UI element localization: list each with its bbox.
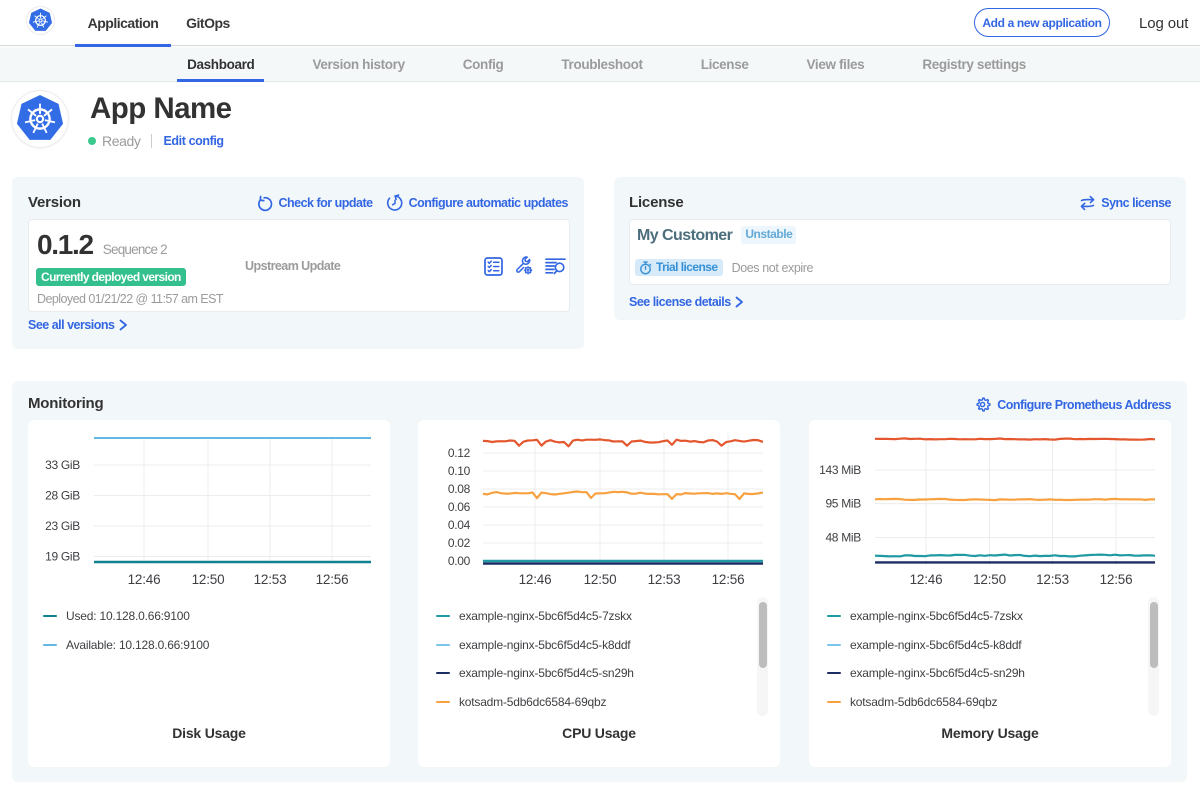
svg-text:12:46: 12:46 xyxy=(128,572,161,587)
svg-text:12:50: 12:50 xyxy=(973,572,1006,587)
svg-text:12:46: 12:46 xyxy=(910,572,943,587)
svg-text:12:56: 12:56 xyxy=(316,572,349,587)
svg-text:95 MiB: 95 MiB xyxy=(825,497,861,511)
svg-text:28 GiB: 28 GiB xyxy=(45,489,80,503)
svg-text:0.10: 0.10 xyxy=(448,464,471,478)
svg-text:12:53: 12:53 xyxy=(254,572,287,587)
svg-text:0.12: 0.12 xyxy=(448,446,471,460)
svg-text:23 GiB: 23 GiB xyxy=(45,519,80,533)
svg-text:12:53: 12:53 xyxy=(648,572,681,587)
svg-text:0.04: 0.04 xyxy=(448,518,471,532)
svg-text:12:56: 12:56 xyxy=(712,572,745,587)
svg-text:0.06: 0.06 xyxy=(448,500,471,514)
svg-text:12:46: 12:46 xyxy=(519,572,552,587)
svg-text:12:50: 12:50 xyxy=(192,572,225,587)
svg-text:12:53: 12:53 xyxy=(1036,572,1069,587)
svg-text:19 GiB: 19 GiB xyxy=(45,550,80,564)
svg-text:12:56: 12:56 xyxy=(1100,572,1133,587)
svg-text:33 GiB: 33 GiB xyxy=(45,458,80,472)
svg-text:12:50: 12:50 xyxy=(584,572,617,587)
svg-text:0.00: 0.00 xyxy=(448,554,471,568)
svg-text:143 MiB: 143 MiB xyxy=(819,463,861,477)
svg-text:48 MiB: 48 MiB xyxy=(825,531,861,545)
svg-text:0.08: 0.08 xyxy=(448,482,471,496)
svg-text:0.02: 0.02 xyxy=(448,536,471,550)
